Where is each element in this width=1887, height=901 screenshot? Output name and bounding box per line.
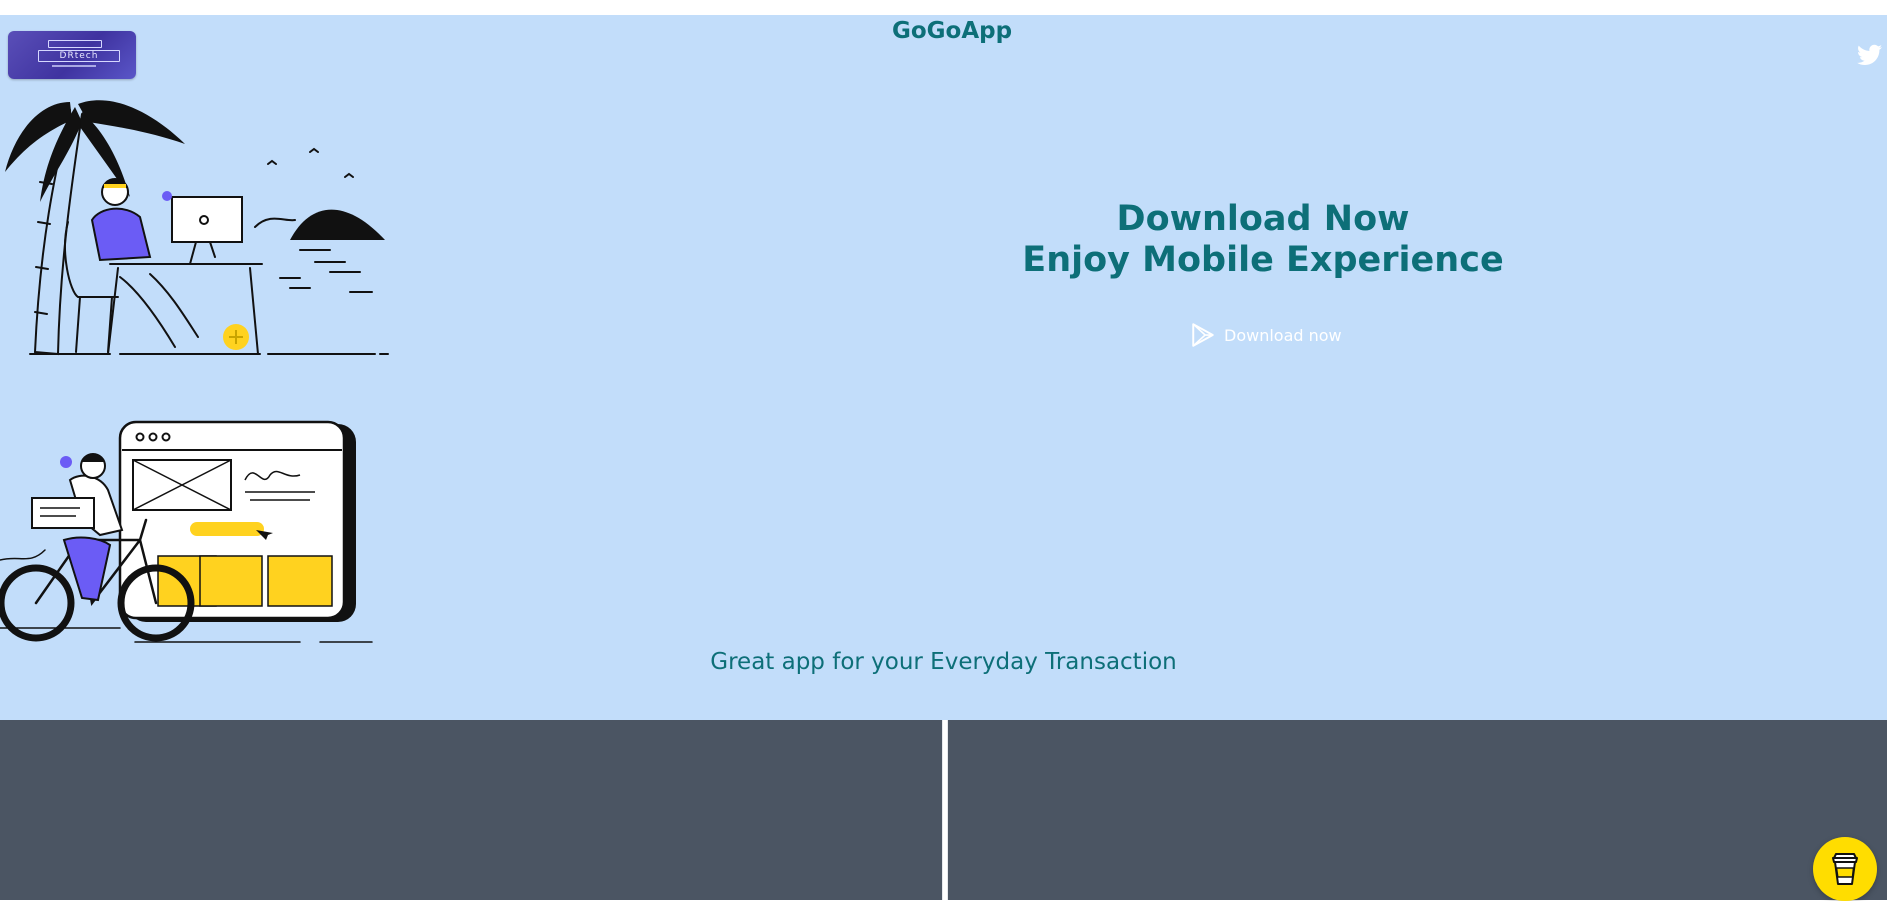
download-now-button[interactable]: Download now	[1190, 322, 1342, 348]
logo-wordmark: DRtech	[38, 50, 120, 62]
twitter-icon[interactable]	[1857, 44, 1882, 66]
buy-me-a-coffee-button[interactable]	[1813, 837, 1877, 901]
app-title: GoGoApp	[891, 18, 1013, 44]
feature-panel-right	[947, 720, 1887, 900]
coffee-cup-icon	[1832, 853, 1858, 885]
headline-line-1: Download Now	[1116, 199, 1410, 239]
play-store-icon	[1192, 323, 1214, 347]
download-now-label: Download now	[1224, 325, 1342, 345]
hero-tagline: Great app for your Everyday Transaction	[710, 649, 1177, 675]
beach-workspace-illustration	[5, 100, 389, 356]
feature-panel-left	[0, 720, 943, 900]
hero-headline: Download Now Enjoy Mobile Experience	[963, 199, 1563, 281]
logo-underline	[52, 65, 96, 67]
bicycle-delivery-illustration	[0, 420, 373, 643]
headline-line-2: Enjoy Mobile Experience	[1022, 240, 1504, 280]
